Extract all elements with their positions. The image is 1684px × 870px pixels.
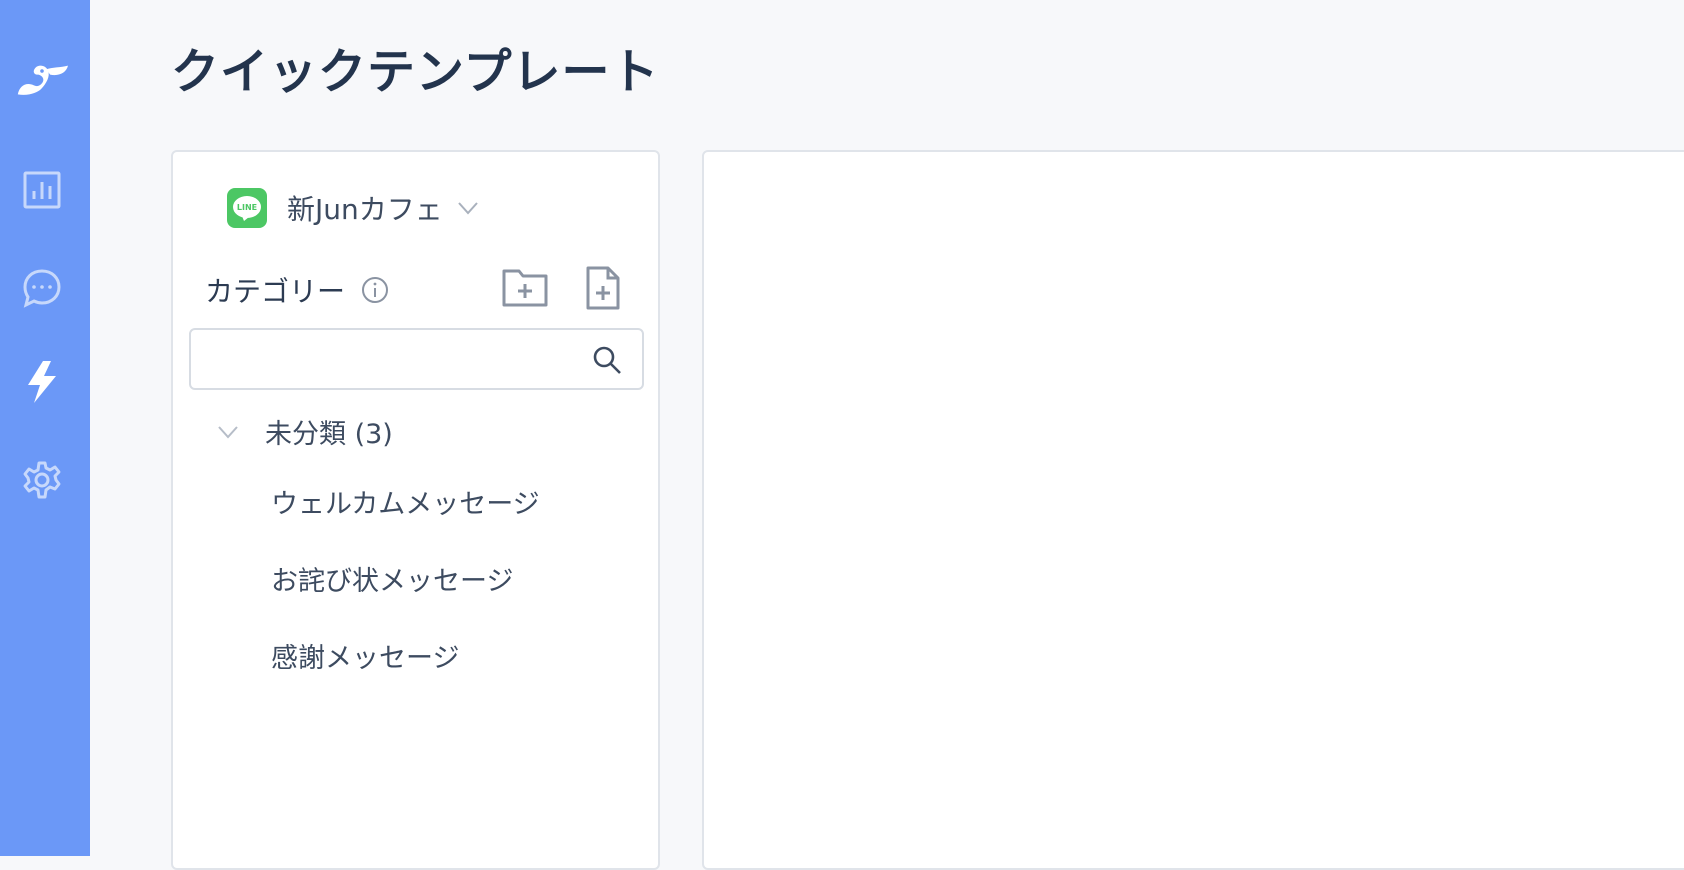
account-name: 新Junカフェ — [287, 193, 443, 226]
template-item[interactable]: 感謝メッセージ — [271, 636, 459, 675]
category-group[interactable]: 未分類 (3) — [217, 412, 393, 451]
sidebar — [0, 0, 90, 856]
add-folder-button[interactable] — [502, 266, 548, 308]
chat-icon[interactable] — [16, 262, 68, 314]
file-add-icon — [586, 266, 620, 310]
chevron-down-icon[interactable] — [217, 422, 243, 442]
account-selector[interactable]: LINE 新Junカフェ — [227, 188, 479, 228]
category-group-label: 未分類 (3) — [265, 419, 393, 450]
logo-icon[interactable] — [16, 54, 68, 106]
line-logo-icon: LINE — [227, 188, 267, 228]
search-icon[interactable] — [592, 345, 622, 375]
category-header: カテゴリー — [205, 270, 389, 310]
page-title: クイックテンプレート — [171, 44, 660, 100]
folder-add-icon — [502, 269, 548, 307]
chevron-down-icon[interactable] — [457, 201, 479, 215]
gear-icon[interactable] — [16, 454, 68, 506]
svg-text:LINE: LINE — [237, 203, 257, 212]
search-input[interactable] — [201, 338, 585, 382]
template-item[interactable]: ウェルカムメッセージ — [271, 482, 540, 521]
info-icon[interactable] — [361, 276, 389, 304]
chart-icon[interactable] — [16, 164, 68, 216]
lightning-icon[interactable] — [16, 356, 68, 408]
category-panel: LINE 新Junカフェ カテゴリー 未分類 (3) ウェルカムメッセージ お詫… — [171, 150, 660, 870]
add-template-button[interactable] — [585, 266, 621, 310]
category-label: カテゴリー — [205, 275, 346, 308]
template-item[interactable]: お詫び状メッセージ — [271, 559, 513, 598]
search-field[interactable] — [189, 328, 644, 390]
template-detail-panel — [702, 150, 1684, 870]
